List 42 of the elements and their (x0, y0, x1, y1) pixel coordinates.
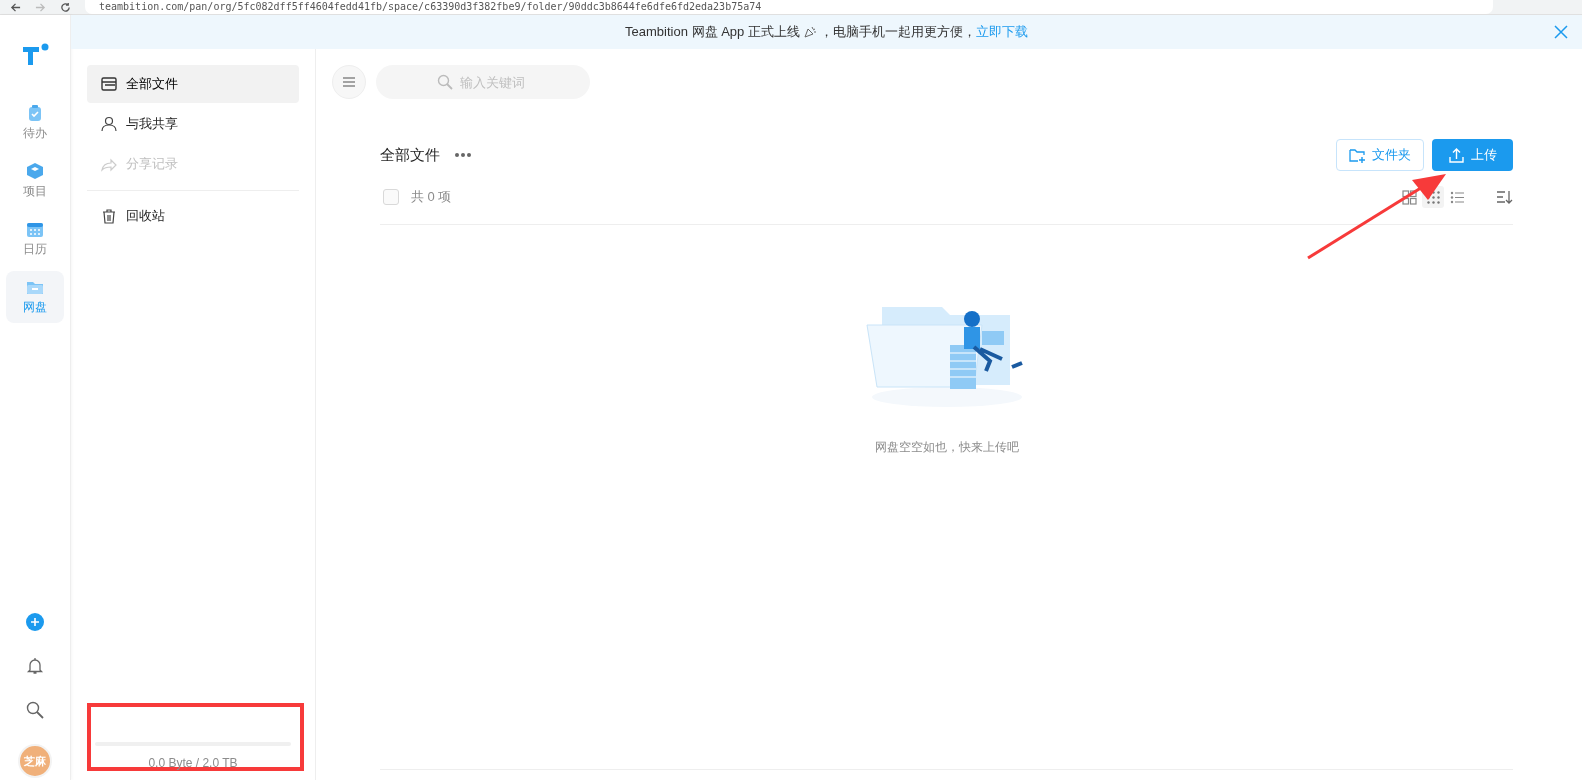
cube-icon (26, 162, 44, 180)
bell-icon[interactable] (25, 656, 45, 676)
nav-item[interactable]: 待办 (6, 97, 64, 149)
close-icon[interactable] (1554, 25, 1568, 39)
nav-item[interactable]: 项目 (6, 155, 64, 207)
list-icon (1449, 189, 1465, 205)
nav-item[interactable]: 日历 (6, 213, 64, 265)
more-icon[interactable] (454, 152, 472, 158)
sidebar-item[interactable]: 与我共享 (87, 105, 299, 143)
address-bar[interactable]: teambition.com/pan/org/5fc082dff5ff4604fedd41fb/space/c63390d3f382fbe9/folder/90ddc3b8644fe6dfe6fd2eda23b75a74 (85, 0, 1493, 14)
clipboard-icon (26, 104, 44, 122)
calendar-icon (26, 220, 44, 238)
banner-text: Teambition 网盘 App 正式上线 (625, 23, 800, 41)
menu-icon (342, 77, 356, 87)
search-icon (437, 74, 453, 90)
new-folder-button[interactable]: 文件夹 (1336, 139, 1424, 171)
banner-text: ，电脑手机一起用更方便， (819, 23, 976, 41)
folder-title: 全部文件 (380, 145, 440, 165)
party-popper-icon (802, 25, 817, 39)
reload-icon[interactable] (60, 1, 71, 13)
search-icon[interactable] (25, 700, 45, 720)
sidebar-item[interactable]: 全部文件 (87, 65, 299, 103)
folder-plus-icon (1349, 146, 1366, 164)
storage-usage: 0.0 Byte / 2.0 TB (148, 756, 238, 770)
select-all-checkbox[interactable] (383, 189, 399, 205)
large-grid-icon (1401, 189, 1417, 205)
back-icon[interactable] (10, 1, 21, 13)
nav-item[interactable]: 网盘 (6, 271, 64, 323)
empty-state-text: 网盘空空如也，快来上传吧 (874, 439, 1019, 456)
trash-icon (100, 207, 118, 225)
menu-button[interactable] (332, 65, 366, 99)
download-link[interactable]: 立即下载 (975, 23, 1028, 41)
sort-icon[interactable] (1496, 189, 1513, 205)
folder-icon (100, 75, 118, 93)
sidebar-item[interactable]: 回收站 (87, 197, 299, 235)
person-icon (100, 115, 118, 133)
upload-button[interactable]: 上传 (1432, 139, 1513, 171)
avatar[interactable]: 芝麻 (18, 744, 52, 778)
upload-icon (1448, 146, 1465, 164)
logo-icon[interactable] (21, 41, 49, 67)
item-count: 共 0 项 (411, 188, 452, 206)
add-icon[interactable] (25, 612, 45, 632)
